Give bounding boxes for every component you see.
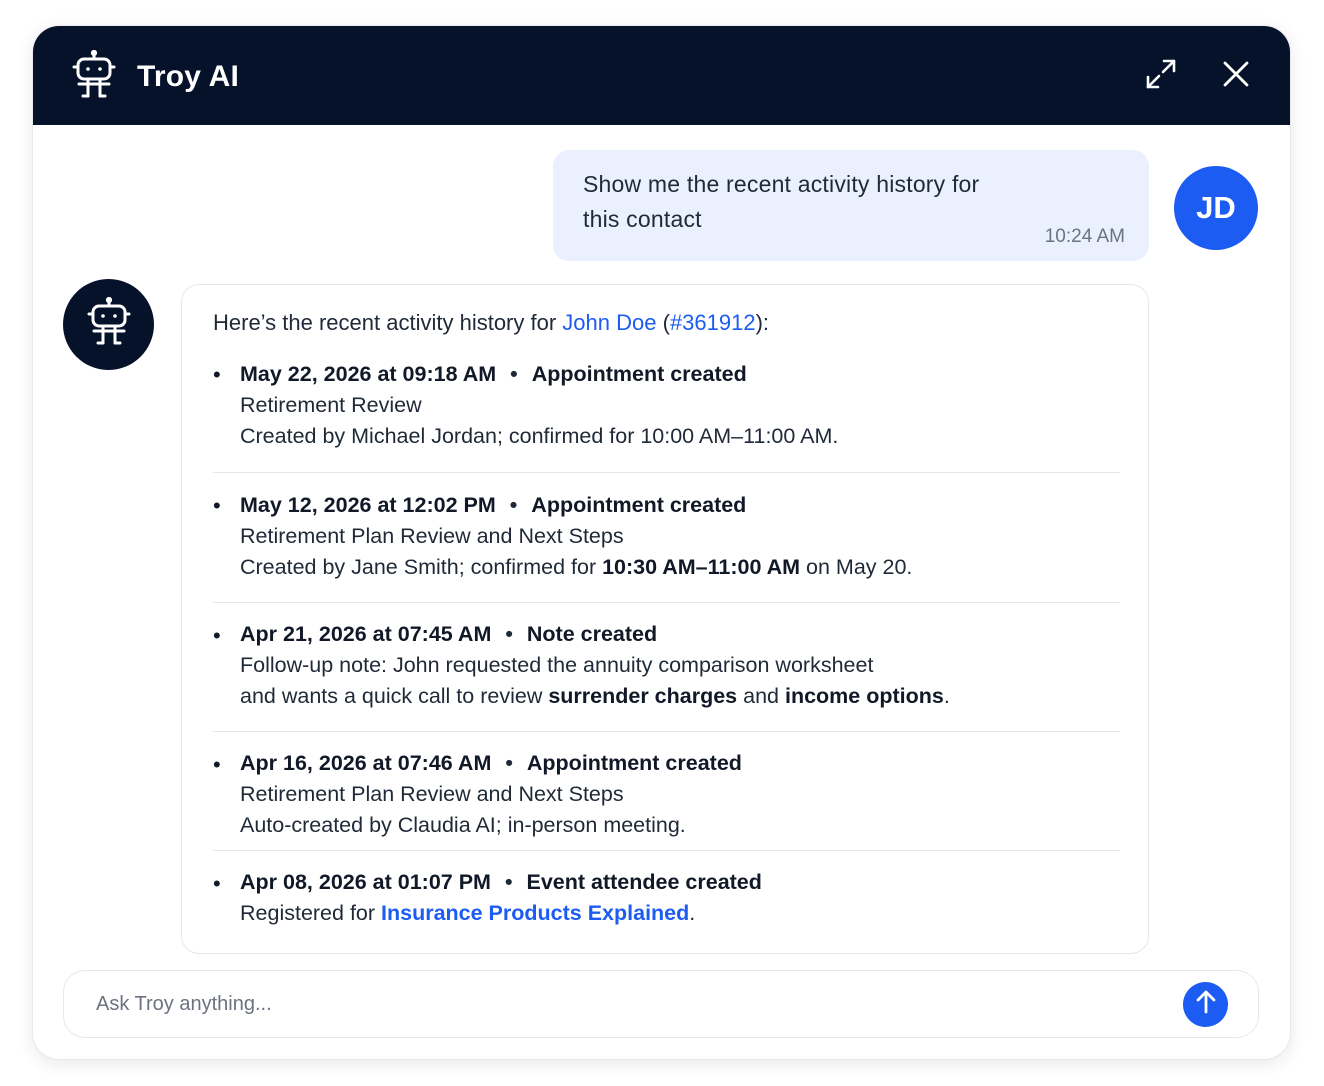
activity-type: Appointment created <box>531 493 747 517</box>
note-text: and <box>737 684 785 708</box>
activity-datetime: Apr 21, 2026 at 07:45 AM <box>240 622 492 646</box>
activity-title: Retirement Review <box>240 393 422 417</box>
detail-text: Created by Jane Smith; confirmed for <box>240 555 603 579</box>
activity-note-line: Follow-up note: John requested the annui… <box>240 653 874 677</box>
close-button[interactable] <box>1218 58 1254 94</box>
chat-header: Troy AI <box>33 26 1290 125</box>
separator: • <box>504 870 513 894</box>
activity-type: Note created <box>526 622 658 646</box>
note-text: and wants a quick call to review <box>240 684 549 708</box>
activity-title: Retirement Plan Review and Next Steps <box>240 524 624 548</box>
expand-button[interactable] <box>1143 58 1179 94</box>
chat-title: Troy AI <box>137 60 239 93</box>
note-highlight: income options <box>784 684 944 708</box>
activity-datetime: Apr 08, 2026 at 01:07 PM <box>240 870 491 894</box>
robot-icon <box>71 49 117 100</box>
activity-datetime: May 12, 2026 at 12:02 PM <box>240 493 496 517</box>
activity-detail: Created by Jane Smith; confirmed for 10:… <box>240 552 1120 583</box>
activity-type: Appointment created <box>526 751 742 775</box>
event-link[interactable]: Insurance Products Explained <box>381 901 689 925</box>
detail-time: 10:30 AM–11:00 AM <box>602 555 801 579</box>
activity-datetime: Apr 16, 2026 at 07:46 AM <box>240 751 492 775</box>
separator: • <box>505 622 513 646</box>
activity-detail: Created by Michael Jordan; confirmed for… <box>240 424 839 448</box>
user-avatar: JD <box>1174 166 1258 250</box>
detail-text: on May 20. <box>800 555 913 579</box>
activity-item: Apr 16, 2026 at 07:46 AM • Appointment cre… <box>213 731 1120 850</box>
activity-item: May 12, 2026 at 12:02 PM • Appointment cre… <box>213 472 1120 602</box>
activity-type: Appointment created <box>531 362 747 386</box>
separator: • <box>505 751 513 775</box>
separator: • <box>509 493 518 517</box>
user-message-bubble: Show me the recent activity history for … <box>553 150 1149 261</box>
user-message-text: Show me the recent activity history for … <box>583 171 980 232</box>
robot-icon <box>86 296 132 352</box>
activity-detail: Auto-created by Claudia AI; in-person me… <box>240 813 686 837</box>
detail-text: . <box>689 901 696 925</box>
chat-input-container <box>63 970 1259 1038</box>
activity-item: Apr 21, 2026 at 07:45 AM • Note created Fo… <box>213 602 1120 731</box>
expand-icon <box>1145 58 1177 95</box>
bot-message-card: Here’s the recent activity history for J… <box>181 284 1149 954</box>
chat-input[interactable] <box>96 971 1166 1037</box>
separator: • <box>510 362 518 386</box>
activity-item: Apr 08, 2026 at 01:07 PM • Event attendee … <box>213 850 1120 929</box>
intro-text: Here’s the recent activity history for <box>213 310 563 335</box>
activity-note-line: and wants a quick call to review surrend… <box>240 681 1120 712</box>
activity-detail: Registered for Insurance Products Explai… <box>240 898 1120 929</box>
detail-text: Registered for <box>240 901 382 925</box>
activity-datetime: May 22, 2026 at 09:18 AM <box>240 362 497 386</box>
note-text: . <box>943 684 950 708</box>
note-highlight: surrender charges <box>548 684 738 708</box>
message-timestamp: 10:24 AM <box>1044 226 1125 247</box>
send-button[interactable] <box>1183 982 1228 1027</box>
activity-title: Retirement Plan Review and Next Steps <box>240 782 624 806</box>
contact-name-link[interactable]: John Doe <box>562 310 656 335</box>
arrow-up-icon <box>1194 989 1218 1020</box>
bot-intro: Here’s the recent activity history for J… <box>213 307 1120 339</box>
activity-type: Event attendee created <box>526 870 762 894</box>
contact-id-link[interactable]: #361912 <box>670 310 756 335</box>
intro-text: ( <box>656 310 670 335</box>
bot-avatar <box>63 279 154 370</box>
close-icon <box>1222 60 1250 93</box>
activity-list: May 22, 2026 at 09:18 AM • Appointment cre… <box>213 359 1120 929</box>
activity-item: May 22, 2026 at 09:18 AM • Appointment cre… <box>213 359 1120 472</box>
intro-text: ): <box>755 310 770 335</box>
chat-window: Troy AI Show me the recent activity hist… <box>33 26 1290 1059</box>
